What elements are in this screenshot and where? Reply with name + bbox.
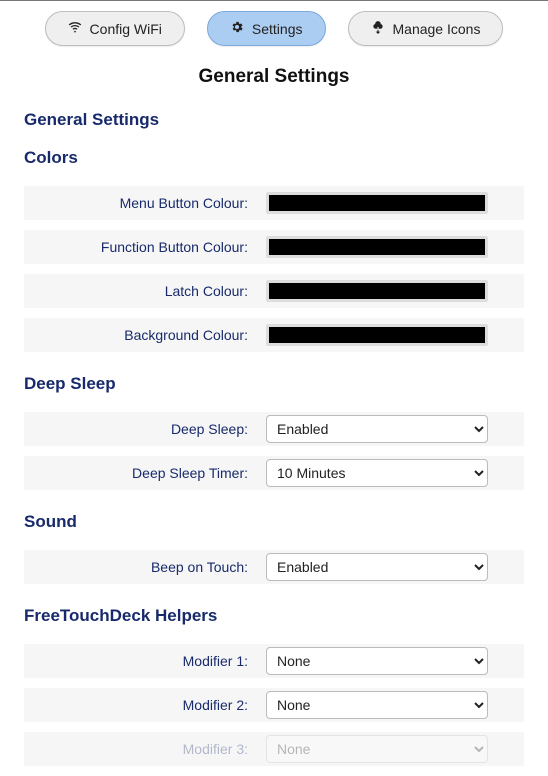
label-latch-colour: Latch Colour: (24, 283, 266, 299)
row-deep-sleep-timer: Deep Sleep Timer: 10 Minutes (24, 456, 524, 490)
label-menu-button-colour: Menu Button Colour: (24, 195, 266, 211)
select-modifier-3[interactable]: None (266, 735, 488, 763)
tab-bar: Config WiFi Settings Manage Icons (0, 1, 548, 60)
select-deep-sleep-timer[interactable]: 10 Minutes (266, 459, 488, 487)
row-function-button-colour: Function Button Colour: (24, 230, 524, 264)
section-helpers: FreeTouchDeck Helpers (24, 606, 524, 626)
settings-form: General Settings Colors Menu Button Colo… (0, 110, 548, 776)
tab-label: Config WiFi (90, 21, 162, 37)
color-background[interactable] (266, 324, 488, 346)
label-modifier-1: Modifier 1: (24, 653, 266, 669)
color-menu-button[interactable] (266, 192, 488, 214)
label-function-button-colour: Function Button Colour: (24, 239, 266, 255)
label-deep-sleep-timer: Deep Sleep Timer: (24, 465, 266, 481)
row-background-colour: Background Colour: (24, 318, 524, 352)
row-menu-button-colour: Menu Button Colour: (24, 186, 524, 220)
tab-label: Manage Icons (393, 21, 481, 37)
tab-config-wifi[interactable]: Config WiFi (45, 11, 185, 46)
page-title: General Settings (0, 66, 548, 88)
section-colors: Colors (24, 148, 524, 168)
tab-manage-icons[interactable]: Manage Icons (348, 11, 504, 46)
row-beep-on-touch: Beep on Touch: Enabled (24, 550, 524, 584)
label-background-colour: Background Colour: (24, 327, 266, 343)
row-latch-colour: Latch Colour: (24, 274, 524, 308)
select-beep-on-touch[interactable]: Enabled (266, 553, 488, 581)
section-sound: Sound (24, 512, 524, 532)
select-modifier-2[interactable]: None (266, 691, 488, 719)
wifi-icon (68, 20, 82, 37)
row-modifier-3: Modifier 3: None (24, 732, 524, 766)
tab-label: Settings (252, 21, 303, 37)
label-modifier-3: Modifier 3: (24, 741, 266, 757)
select-modifier-1[interactable]: None (266, 647, 488, 675)
tab-settings[interactable]: Settings (207, 11, 326, 46)
section-deepsleep: Deep Sleep (24, 374, 524, 394)
gear-icon (230, 20, 244, 37)
row-modifier-2: Modifier 2: None (24, 688, 524, 722)
color-function-button[interactable] (266, 236, 488, 258)
row-deep-sleep: Deep Sleep: Enabled (24, 412, 524, 446)
select-deep-sleep[interactable]: Enabled (266, 415, 488, 443)
label-deep-sleep: Deep Sleep: (24, 421, 266, 437)
section-general: General Settings (24, 110, 524, 130)
color-latch[interactable] (266, 280, 488, 302)
row-modifier-1: Modifier 1: None (24, 644, 524, 678)
label-beep-on-touch: Beep on Touch: (24, 559, 266, 575)
label-modifier-2: Modifier 2: (24, 697, 266, 713)
download-icon (371, 20, 385, 37)
